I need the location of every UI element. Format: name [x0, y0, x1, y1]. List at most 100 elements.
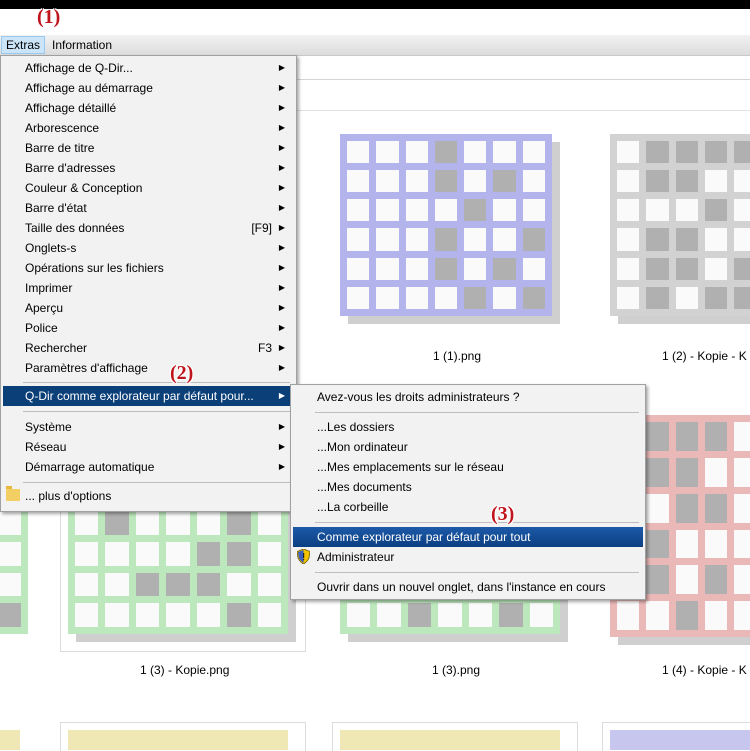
chevron-right-icon: ▶: [278, 323, 285, 332]
menu-item-target[interactable]: ...Mon ordinateur: [293, 437, 643, 457]
menu-shortcut: F3: [257, 341, 272, 355]
menu-separator: [23, 411, 290, 412]
file-item[interactable]: 1 (3) - Kopie.png: [0, 500, 306, 690]
menu-item[interactable]: Affichage de Q-Dir... ▶: [3, 58, 294, 78]
menu-item[interactable]: Onglets-s ▶: [3, 238, 294, 258]
chevron-right-icon: ▶: [278, 283, 285, 292]
file-item[interactable]: 1 (2) - Kopie - K: [602, 126, 750, 366]
menu-item[interactable]: Taille des données [F9] ▶: [3, 218, 294, 238]
menu-item-target[interactable]: ...Mes documents: [293, 477, 643, 497]
menu-separator: [315, 572, 639, 573]
chevron-right-icon: ▶: [278, 462, 285, 471]
chevron-right-icon: ▶: [278, 263, 285, 272]
title-area: [0, 9, 750, 35]
menu-item-target[interactable]: ...La corbeille: [293, 497, 643, 517]
menu-item-label: Démarrage automatique: [25, 460, 155, 474]
menu-item-target[interactable]: ...Les dossiers: [293, 417, 643, 437]
thumbnail-row-partial: [0, 722, 750, 751]
menu-item[interactable]: Réseau ▶: [3, 437, 294, 457]
menu-separator: [23, 382, 290, 383]
chevron-right-icon: ▶: [278, 442, 285, 451]
menu-item-administrator[interactable]: Administrateur: [293, 547, 643, 567]
window-top-edge: [0, 0, 750, 9]
menu-item-label: Affichage de Q-Dir...: [25, 61, 133, 75]
menu-separator: [23, 482, 290, 483]
menu-item-label: Barre d'état: [25, 201, 87, 215]
menu-item[interactable]: Opérations sur les fichiers ▶: [3, 258, 294, 278]
menu-item[interactable]: Barre d'état ▶: [3, 198, 294, 218]
menu-item-label: ...Mes emplacements sur le réseau: [317, 460, 504, 474]
menu-item-admin-question[interactable]: Avez-vous les droits administrateurs ?: [293, 387, 643, 407]
shield-icon: [297, 549, 310, 564]
chevron-right-icon: ▶: [278, 63, 285, 72]
step-badge-3: (3): [491, 503, 515, 525]
menu-item-qdir-default[interactable]: Q-Dir comme explorateur par défaut pour.…: [3, 386, 294, 406]
menu-item-label: Police: [25, 321, 58, 335]
menu-item[interactable]: Affichage détaillé ▶: [3, 98, 294, 118]
menu-item[interactable]: Paramètres d'affichage ▶: [3, 358, 294, 378]
step-badge-1: (1): [37, 6, 61, 28]
chevron-right-icon: ▶: [278, 422, 285, 431]
chevron-right-icon: ▶: [278, 163, 285, 172]
menu-item-label: Paramètres d'affichage: [25, 361, 148, 375]
chevron-right-icon: ▶: [278, 243, 285, 252]
menu-item-label: Système: [25, 420, 72, 434]
menu-item-target[interactable]: ...Mes emplacements sur le réseau: [293, 457, 643, 477]
file-name: 1 (3) - Kopie.png: [140, 663, 230, 677]
chevron-right-icon: ▶: [278, 103, 285, 112]
chevron-right-icon: ▶: [278, 123, 285, 132]
menu-information[interactable]: Information: [48, 36, 116, 54]
menu-item-label: Réseau: [25, 440, 67, 454]
menu-item-default-for-all[interactable]: Comme explorateur par défaut pour tout: [293, 527, 643, 547]
menu-item-label: Onglets-s: [25, 241, 77, 255]
file-name: 1 (2) - Kopie - K: [662, 349, 747, 363]
menu-item-label: Aperçu: [25, 301, 64, 315]
menu-item[interactable]: Aperçu ▶: [3, 298, 294, 318]
menu-item-label: Barre d'adresses: [25, 161, 116, 175]
menu-item-label: Imprimer: [25, 281, 73, 295]
menu-shortcut: [F9]: [251, 221, 272, 235]
chevron-right-icon: ▶: [278, 343, 285, 352]
menu-item-label: ...Mon ordinateur: [317, 440, 408, 454]
menu-item-label: Barre de titre: [25, 141, 95, 155]
menu-item[interactable]: Démarrage automatique ▶: [3, 457, 294, 477]
menu-item[interactable]: Barre d'adresses ▶: [3, 158, 294, 178]
file-item[interactable]: 1 (1).png: [332, 126, 582, 366]
file-name: 1 (1).png: [432, 349, 482, 363]
menu-separator: [315, 522, 639, 523]
menu-item[interactable]: Rechercher F3 ▶: [3, 338, 294, 358]
menu-item-more-options[interactable]: ... plus d'options: [3, 486, 294, 506]
menu-item[interactable]: Imprimer ▶: [3, 278, 294, 298]
menu-bar: Extras Information: [0, 35, 750, 56]
extras-menu: Affichage de Q-Dir... ▶ Affichage au démar…: [0, 55, 297, 512]
menu-item-label: Affichage au démarrage: [25, 81, 153, 95]
menu-item-label: ...Mes documents: [317, 480, 412, 494]
step-badge-2: (2): [170, 362, 194, 384]
menu-item[interactable]: Système ▶: [3, 417, 294, 437]
menu-item-label: Taille des données: [25, 221, 125, 235]
chevron-right-icon: ▶: [278, 363, 285, 372]
chevron-right-icon: ▶: [278, 83, 285, 92]
menu-item[interactable]: Arborescence ▶: [3, 118, 294, 138]
menu-item[interactable]: Police ▶: [3, 318, 294, 338]
menu-item[interactable]: Couleur & Conception ▶: [3, 178, 294, 198]
menu-item-label: Rechercher: [25, 341, 88, 355]
menu-item-label: Affichage détaillé: [25, 101, 117, 115]
menu-item[interactable]: Barre de titre ▶: [3, 138, 294, 158]
file-name: 1 (3).png: [432, 663, 481, 677]
menu-item-label: Arborescence: [25, 121, 100, 135]
menu-extras[interactable]: Extras: [1, 36, 46, 54]
menu-separator: [315, 412, 639, 413]
chevron-right-icon: ▶: [278, 183, 285, 192]
chevron-right-icon: ▶: [278, 223, 285, 232]
chevron-right-icon: ▶: [278, 203, 285, 212]
image-thumbnail: [610, 134, 750, 324]
menu-item-open-new-tab[interactable]: Ouvrir dans un nouvel onglet, dans l'ins…: [293, 577, 643, 597]
menu-item-label: Couleur & Conception: [25, 181, 143, 195]
chevron-right-icon: ▶: [278, 391, 285, 400]
folder-icon: [6, 486, 20, 501]
chevron-right-icon: ▶: [278, 303, 285, 312]
menu-item[interactable]: Affichage au démarrage ▶: [3, 78, 294, 98]
file-name: 1 (4) - Kopie - K: [662, 663, 747, 677]
image-thumbnail: [68, 504, 296, 642]
